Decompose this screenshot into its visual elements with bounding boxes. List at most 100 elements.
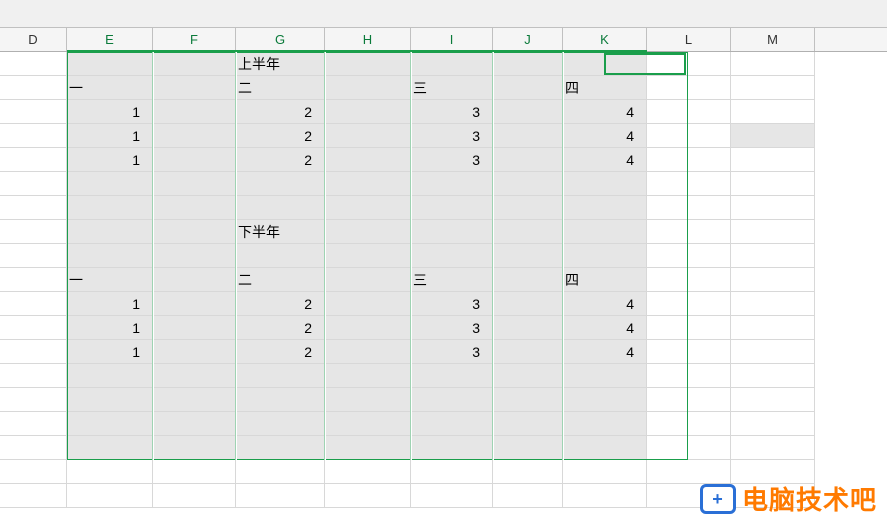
cell-J-2[interactable] <box>493 76 563 100</box>
column-header-G[interactable]: G <box>236 28 325 51</box>
cell-D-2[interactable] <box>0 76 67 100</box>
cell-J-3[interactable] <box>493 100 563 124</box>
cell-L-13[interactable] <box>647 340 731 364</box>
cell-F-10[interactable] <box>153 268 236 292</box>
cell-D-5[interactable] <box>0 148 67 172</box>
cell-K-4[interactable]: 4 <box>563 124 647 148</box>
cell-F-11[interactable] <box>153 292 236 316</box>
column-header-H[interactable]: H <box>325 28 411 51</box>
cell-G-4[interactable]: 2 <box>236 124 325 148</box>
cell-H-15[interactable] <box>325 388 411 412</box>
cell-D-8[interactable] <box>0 220 67 244</box>
cell-H-18[interactable] <box>325 460 411 484</box>
cell-K-1[interactable] <box>563 52 647 76</box>
cell-I-5[interactable]: 3 <box>411 148 493 172</box>
cell-H-11[interactable] <box>325 292 411 316</box>
cell-L-4[interactable] <box>647 124 731 148</box>
cell-K-6[interactable] <box>563 172 647 196</box>
cell-G-18[interactable] <box>236 460 325 484</box>
cell-G-17[interactable] <box>236 436 325 460</box>
cell-L-1[interactable] <box>647 52 731 76</box>
cell-I-11[interactable]: 3 <box>411 292 493 316</box>
cell-M-7[interactable] <box>731 196 815 220</box>
cell-K-12[interactable]: 4 <box>563 316 647 340</box>
cell-L-18[interactable] <box>647 460 731 484</box>
cell-G-3[interactable]: 2 <box>236 100 325 124</box>
cell-D-18[interactable] <box>0 460 67 484</box>
cell-L-11[interactable] <box>647 292 731 316</box>
cell-K-5[interactable]: 4 <box>563 148 647 172</box>
cell-L-7[interactable] <box>647 196 731 220</box>
cell-K-18[interactable] <box>563 460 647 484</box>
cell-E-8[interactable] <box>67 220 153 244</box>
cell-I-3[interactable]: 3 <box>411 100 493 124</box>
column-header-K[interactable]: K <box>563 28 647 51</box>
cell-I-7[interactable] <box>411 196 493 220</box>
cell-H-14[interactable] <box>325 364 411 388</box>
cell-J-19[interactable] <box>493 484 563 508</box>
cell-D-10[interactable] <box>0 268 67 292</box>
cell-L-17[interactable] <box>647 436 731 460</box>
cell-E-7[interactable] <box>67 196 153 220</box>
cell-F-6[interactable] <box>153 172 236 196</box>
cell-M-16[interactable] <box>731 412 815 436</box>
cell-M-12[interactable] <box>731 316 815 340</box>
cell-E-18[interactable] <box>67 460 153 484</box>
column-header-E[interactable]: E <box>67 28 153 51</box>
cell-F-2[interactable] <box>153 76 236 100</box>
cell-M-15[interactable] <box>731 388 815 412</box>
cell-G-8[interactable]: 下半年 <box>236 220 325 244</box>
cell-F-18[interactable] <box>153 460 236 484</box>
cell-G-9[interactable] <box>236 244 325 268</box>
column-header-F[interactable]: F <box>153 28 236 51</box>
cell-I-9[interactable] <box>411 244 493 268</box>
cell-D-17[interactable] <box>0 436 67 460</box>
cell-H-10[interactable] <box>325 268 411 292</box>
cell-G-1[interactable]: 上半年 <box>236 52 325 76</box>
cell-L-5[interactable] <box>647 148 731 172</box>
cell-F-16[interactable] <box>153 412 236 436</box>
cell-H-8[interactable] <box>325 220 411 244</box>
cell-G-12[interactable]: 2 <box>236 316 325 340</box>
cell-F-7[interactable] <box>153 196 236 220</box>
cell-E-9[interactable] <box>67 244 153 268</box>
cell-I-16[interactable] <box>411 412 493 436</box>
cell-D-14[interactable] <box>0 364 67 388</box>
cell-K-7[interactable] <box>563 196 647 220</box>
cell-M-8[interactable] <box>731 220 815 244</box>
cell-I-6[interactable] <box>411 172 493 196</box>
cell-F-17[interactable] <box>153 436 236 460</box>
cell-L-15[interactable] <box>647 388 731 412</box>
cell-H-4[interactable] <box>325 124 411 148</box>
cell-K-3[interactable]: 4 <box>563 100 647 124</box>
cell-J-1[interactable] <box>493 52 563 76</box>
cell-J-18[interactable] <box>493 460 563 484</box>
column-header-M[interactable]: M <box>731 28 815 51</box>
cell-J-8[interactable] <box>493 220 563 244</box>
cell-D-11[interactable] <box>0 292 67 316</box>
cell-J-11[interactable] <box>493 292 563 316</box>
cell-M-5[interactable] <box>731 148 815 172</box>
cell-F-8[interactable] <box>153 220 236 244</box>
cell-K-14[interactable] <box>563 364 647 388</box>
cell-I-18[interactable] <box>411 460 493 484</box>
cell-M-4[interactable] <box>731 124 815 148</box>
cell-E-15[interactable] <box>67 388 153 412</box>
cell-F-5[interactable] <box>153 148 236 172</box>
cell-D-12[interactable] <box>0 316 67 340</box>
cell-J-16[interactable] <box>493 412 563 436</box>
cell-H-3[interactable] <box>325 100 411 124</box>
cell-L-6[interactable] <box>647 172 731 196</box>
cell-G-5[interactable]: 2 <box>236 148 325 172</box>
cell-E-14[interactable] <box>67 364 153 388</box>
cell-M-1[interactable] <box>731 52 815 76</box>
cell-D-13[interactable] <box>0 340 67 364</box>
cell-F-1[interactable] <box>153 52 236 76</box>
cell-K-13[interactable]: 4 <box>563 340 647 364</box>
cell-H-9[interactable] <box>325 244 411 268</box>
cell-J-5[interactable] <box>493 148 563 172</box>
cell-E-19[interactable] <box>67 484 153 508</box>
cell-G-7[interactable] <box>236 196 325 220</box>
cell-J-7[interactable] <box>493 196 563 220</box>
cell-G-6[interactable] <box>236 172 325 196</box>
